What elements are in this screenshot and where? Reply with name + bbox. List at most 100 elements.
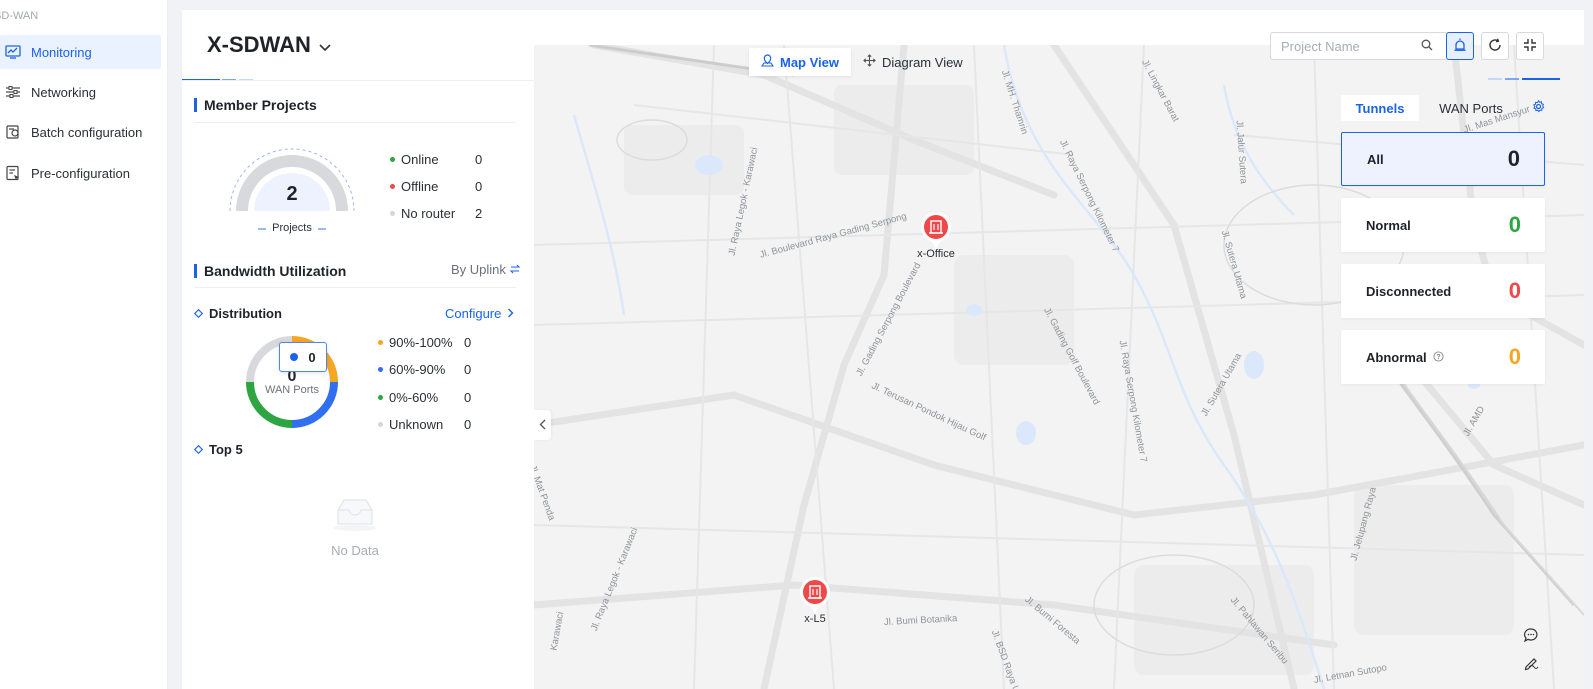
map-pin-icon — [760, 54, 775, 70]
divider — [194, 122, 516, 123]
page-title: X-SDWAN — [207, 32, 311, 57]
map-view-button[interactable]: Map View — [749, 48, 852, 76]
sidebar-item-label: Batch configuration — [31, 124, 143, 140]
donut-tooltip: 0 — [279, 342, 327, 372]
map-marker-x-l5[interactable]: x-L5 — [798, 576, 832, 625]
sidebar-item-label: Pre-configuration — [31, 165, 130, 181]
status-dot — [390, 211, 395, 216]
status-dot — [378, 395, 383, 400]
refresh-button[interactable] — [1481, 32, 1509, 60]
view-toggle: Map View Diagram View — [749, 48, 975, 76]
move-cross-icon — [863, 54, 876, 70]
header-accent — [1505, 78, 1519, 80]
card-value: 0 — [1508, 344, 1521, 369]
chat-bubble-icon — [1523, 627, 1539, 646]
gear-icon[interactable] — [1532, 99, 1545, 116]
sidebar-item-monitoring[interactable]: Monitoring — [0, 35, 161, 69]
donut-label: WAN Ports — [265, 384, 319, 396]
diagram-view-button[interactable]: Diagram View — [851, 48, 975, 76]
card-value: 0 — [1508, 278, 1521, 303]
chat-button[interactable] — [1518, 623, 1544, 649]
search-input[interactable] — [1281, 38, 1421, 54]
alarm-button[interactable] — [1446, 32, 1474, 60]
empty-inbox-icon — [332, 496, 378, 535]
legend-online: Online — [390, 152, 439, 167]
legend-label: 90%-100% — [389, 335, 453, 350]
tab-wan-ports[interactable]: WAN Ports — [1419, 95, 1523, 121]
legend-label: Offline — [401, 179, 439, 194]
sidebar-item-pre-configuration[interactable]: Pre-configuration — [0, 156, 161, 190]
card-value: 0 — [1508, 212, 1521, 237]
card-label: Disconnected — [1366, 283, 1452, 299]
header-accent — [1522, 78, 1560, 80]
batch-config-icon — [4, 123, 22, 141]
map-marker-x-office[interactable]: x-Office — [917, 211, 955, 260]
legend-value: 0 — [464, 335, 472, 350]
legend-value: 0 — [464, 390, 472, 405]
series-dot — [290, 353, 299, 361]
tunnel-card-disconnected[interactable]: Disconnected 0 — [1341, 264, 1545, 318]
marker-label: x-L5 — [804, 613, 826, 625]
diamond-icon — [193, 442, 204, 457]
tunnel-tabs: Tunnels WAN Ports — [1341, 95, 1545, 121]
card-label: Abnormal — [1366, 349, 1427, 365]
card-label: Normal — [1366, 217, 1411, 233]
sidebar-item-label: Monitoring — [31, 44, 92, 60]
tunnel-card-all[interactable]: All 0 — [1341, 132, 1545, 186]
diagram-view-label: Diagram View — [882, 54, 963, 70]
legend-60-90: 60%-90% — [378, 362, 445, 377]
status-dot — [378, 367, 383, 372]
configure-link[interactable]: Configure — [445, 306, 514, 321]
chevron-down-icon — [319, 32, 331, 58]
top5-label: Top 5 — [209, 442, 243, 457]
legend-90-100: 90%-100% — [378, 335, 453, 350]
legend-label: 0%-60% — [389, 390, 439, 405]
legend-offline: Offline — [390, 179, 438, 194]
map-view-label: Map View — [780, 54, 840, 70]
alarm-icon — [1453, 38, 1467, 55]
feedback-button[interactable] — [1518, 651, 1544, 677]
chart-monitor-icon — [4, 43, 22, 61]
header-accent — [1488, 78, 1502, 80]
tunnel-card-abnormal[interactable]: Abnormal ? 0 — [1341, 330, 1545, 384]
bandwidth-utilization-title: Bandwidth Utilization — [194, 263, 346, 279]
sidebar-item-label: Networking — [31, 84, 97, 100]
legend-no-router: No router — [390, 206, 455, 221]
app-name: SD-WAN — [0, 10, 39, 22]
search-icon[interactable] — [1421, 39, 1433, 54]
project-selector[interactable]: X-SDWAN — [207, 32, 331, 58]
collapse-panel-button[interactable] — [533, 410, 551, 440]
no-data-text: No Data — [331, 543, 379, 558]
tab-tunnels[interactable]: Tunnels — [1341, 95, 1419, 121]
legend-value: 0 — [475, 152, 483, 167]
legend-value: 0 — [464, 362, 472, 377]
diamond-icon — [193, 306, 204, 321]
status-dot — [390, 157, 395, 162]
legend-value: 2 — [475, 206, 483, 221]
project-search[interactable] — [1270, 32, 1448, 60]
tooltip-value: 0 — [308, 349, 316, 365]
fullscreen-button[interactable] — [1516, 32, 1544, 60]
sidebar-item-networking[interactable]: Networking — [0, 75, 161, 109]
sidebar-item-batch-configuration[interactable]: Batch configuration — [0, 115, 161, 149]
card-label: All — [1367, 151, 1384, 167]
sidebar: SD-WAN Monitoring Networking Batch confi… — [0, 0, 168, 689]
legend-label: No router — [401, 206, 456, 221]
projects-total-label: Projects — [272, 222, 312, 234]
by-uplink-label: By Uplink — [451, 262, 506, 277]
legend-value: 0 — [475, 179, 483, 194]
building-pin-icon — [921, 212, 951, 249]
help-circle-icon[interactable]: ? — [1433, 350, 1444, 365]
top5-title: Top 5 — [193, 442, 243, 457]
legend-label: 60%-90% — [389, 362, 446, 377]
tunnel-card-normal[interactable]: Normal 0 — [1341, 198, 1545, 252]
status-dot — [378, 340, 383, 345]
legend-label: Unknown — [389, 417, 444, 432]
divider — [194, 287, 516, 288]
configure-label: Configure — [445, 306, 502, 321]
by-uplink-toggle[interactable]: By Uplink — [451, 262, 521, 277]
distribution-label: Distribution — [209, 306, 282, 321]
projects-total: 2 — [286, 183, 298, 205]
legend-value: 0 — [464, 417, 472, 432]
collapse-arrows-icon — [1523, 38, 1537, 55]
